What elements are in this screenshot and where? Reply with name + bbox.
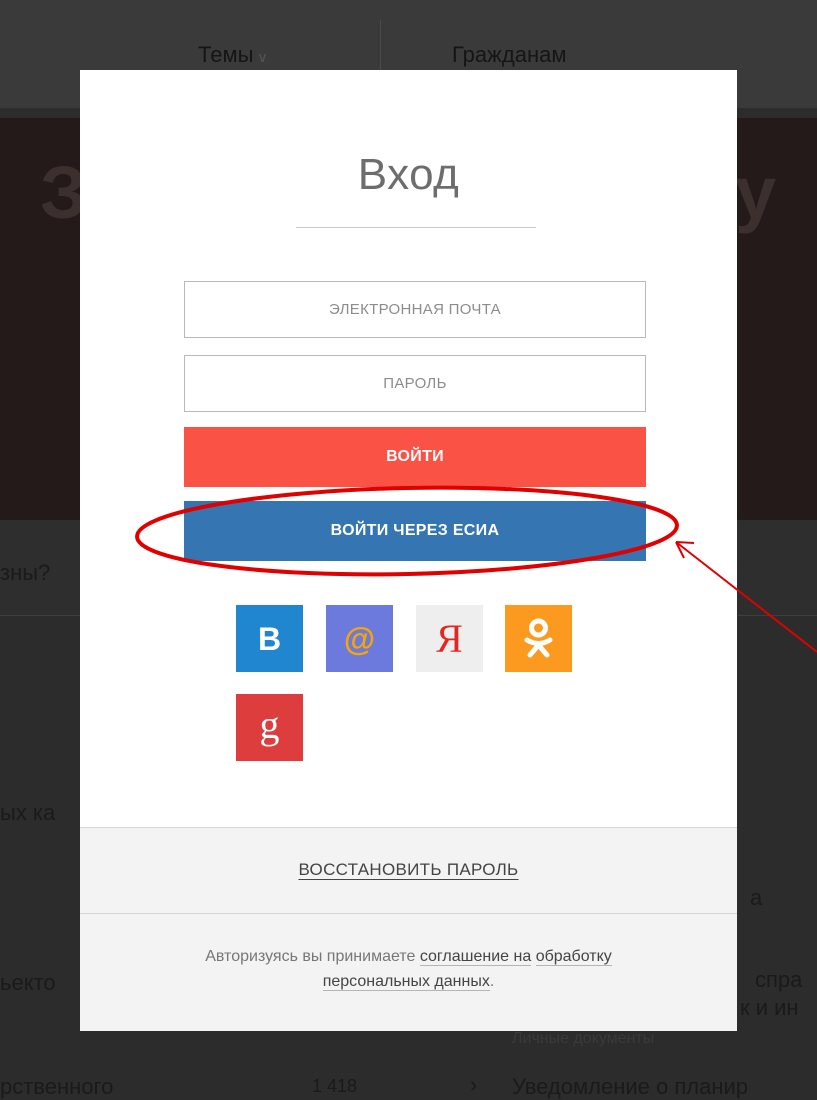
svg-text:B: B [258,621,281,657]
consent-text: Авторизуясь вы принимаете соглашение на … [175,944,642,994]
svg-text:@: @ [344,621,375,657]
nav-business[interactable]: Бизнесу [634,42,717,68]
password-field[interactable] [184,355,646,412]
title-divider [296,227,536,228]
yandex-login-button[interactable]: Я [416,605,483,672]
bg-text-question: зны? [0,560,51,585]
bg-text-fragment: а [750,885,763,910]
svg-text:g: g [260,702,280,747]
consent-link[interactable]: соглашение на [419,948,532,966]
yandex-icon: Я [436,616,463,661]
google-login-button[interactable]: g [236,694,303,761]
login-button[interactable]: ВОЙТИ [184,427,646,487]
nav-topics[interactable]: Темы ∨ [198,42,268,68]
mail-ru-login-button[interactable]: @ [326,605,393,672]
bg-text-fragment[interactable]: Уведомление о планир [512,1074,748,1100]
bg-text-fragment: рственного [0,1074,114,1099]
google-icon: g [260,702,280,747]
esia-login-button[interactable]: ВОЙТИ ЧЕРЕЗ ЕСИА [184,501,646,561]
login-modal: Вход ВОЙТИ ВОЙТИ ЧЕРЕЗ ЕСИА B @ Я g ВОСС… [80,70,737,1031]
hero-title-fragment: у [735,151,777,234]
bg-text-catalog: ых ка [0,800,56,825]
email-field[interactable] [184,281,646,338]
svg-text:Я: Я [436,616,463,661]
vk-login-button[interactable]: B [236,605,303,672]
bg-text-fragment: к и ин [740,995,799,1020]
consent-end: . [489,973,495,990]
modal-title: Вход [357,150,460,199]
ok-login-button[interactable] [505,605,572,672]
nav-citizens[interactable]: Гражданам [452,42,566,68]
restore-password-link[interactable]: ВОССТАНОВИТЬ ПАРОЛЬ [80,860,737,880]
ok-icon [524,618,553,658]
chevron-down-icon: ∨ [257,49,268,65]
mail-ru-icon: @ [344,621,375,657]
bg-text-subject: ьекто [0,970,56,995]
bg-count: 1 418 [312,1076,358,1096]
nav-topics-label: Темы [198,42,254,67]
chevron-right-icon: › [470,1072,478,1097]
consent-prefix: Авторизуясь вы принимаете [205,948,416,965]
restore-section: ВОССТАНОВИТЬ ПАРОЛЬ [80,827,737,914]
bg-text-fragment: спра [755,967,803,992]
bg-text-personal-docs: Личные документы [512,1030,655,1047]
vk-icon: B [258,621,281,657]
consent-section: Авторизуясь вы принимаете соглашение на … [80,913,737,1031]
